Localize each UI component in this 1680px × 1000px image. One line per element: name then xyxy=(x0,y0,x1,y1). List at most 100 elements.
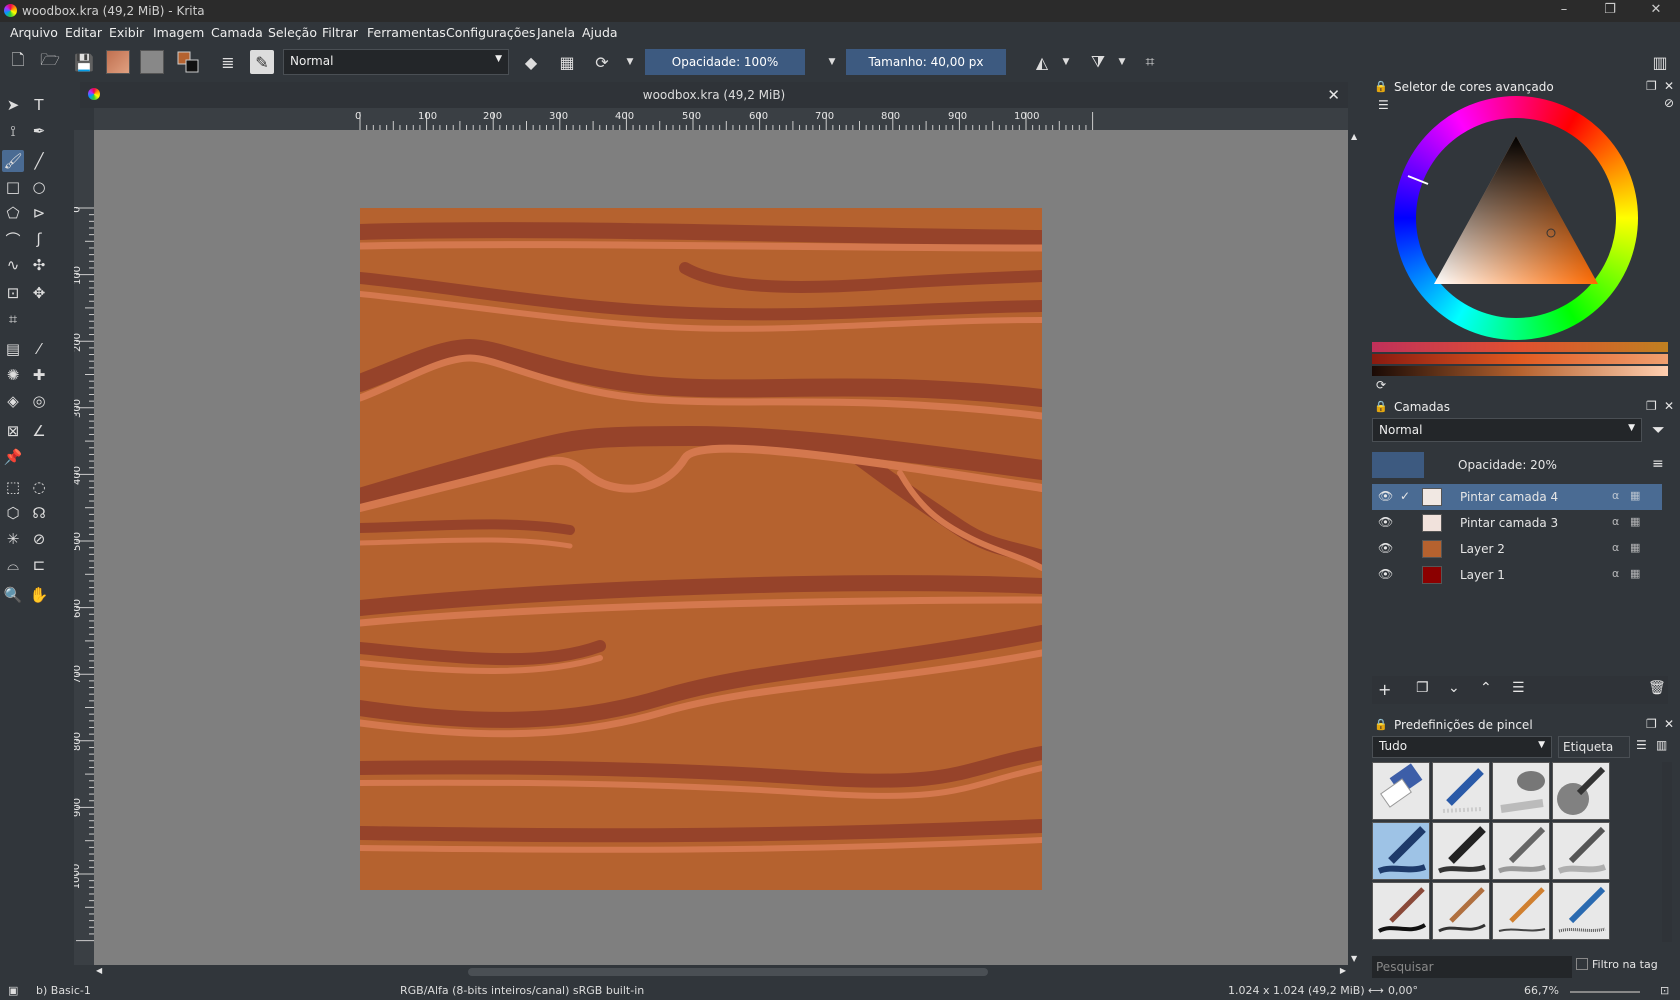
alpha-lock-icon[interactable]: α xyxy=(1612,489,1619,502)
open-folder-icon[interactable]: 🗁 xyxy=(38,50,62,74)
scroll-up-icon[interactable]: ▲ xyxy=(1351,132,1357,141)
edit-shapes-tool-icon[interactable]: ⟟ xyxy=(2,120,24,142)
bezier-selection-tool-icon[interactable]: ⌓ xyxy=(2,554,24,576)
scroll-right-icon[interactable]: ▶ xyxy=(1340,966,1346,975)
dynamic-brush-tool-icon[interactable]: ∿ xyxy=(2,254,24,276)
visibility-eye-icon[interactable]: 👁 xyxy=(1378,567,1393,581)
layer-blend-mode-select[interactable]: Normal ▼ xyxy=(1372,418,1642,442)
ellipse-tool-icon[interactable]: ○ xyxy=(28,176,50,198)
minimize-button[interactable]: – xyxy=(1541,2,1587,20)
brush-preset-ink-3[interactable] xyxy=(1492,882,1550,940)
value-slider[interactable] xyxy=(1372,366,1668,376)
brush-settings-icon[interactable]: ≣ xyxy=(216,50,240,74)
document-tab[interactable]: woodbox.kra (49,2 MiB) ✕ xyxy=(80,82,1348,108)
filter-icon[interactable]: ⏷ xyxy=(1652,420,1665,440)
menu-ajuda[interactable]: Ajuda xyxy=(582,25,618,40)
inherit-alpha-icon[interactable]: ▦ xyxy=(1630,541,1640,554)
move-tool-icon[interactable]: ✥ xyxy=(28,282,50,304)
float-docker-icon[interactable]: ❐ xyxy=(1646,79,1657,93)
lock-icon[interactable]: 🔒 xyxy=(1374,400,1388,413)
line-tool-icon[interactable]: ╱ xyxy=(28,150,50,172)
brush-preset-basic-2[interactable] xyxy=(1432,822,1490,880)
gradient-icon[interactable] xyxy=(140,50,164,74)
layer-opacity-bar[interactable] xyxy=(1372,452,1424,478)
layer-menu-icon[interactable]: ≡ xyxy=(1652,456,1664,472)
brush-search-input[interactable]: Pesquisar xyxy=(1372,956,1572,978)
visibility-eye-icon[interactable]: 👁 xyxy=(1378,541,1393,555)
workspace-icon[interactable]: ▥ xyxy=(1648,50,1672,74)
mirror-vertical-icon[interactable]: ⧩ xyxy=(1086,50,1110,74)
close-document-icon[interactable]: ✕ xyxy=(1327,86,1340,104)
layer-row[interactable]: 👁 Layer 1 α ▦ xyxy=(1372,562,1662,588)
zoom-tool-icon[interactable]: 🔍 xyxy=(2,584,24,606)
duplicate-layer-icon[interactable]: ❐ xyxy=(1416,680,1429,696)
brush-preset-ink-1[interactable] xyxy=(1372,882,1430,940)
menu-filtrar[interactable]: Filtrar xyxy=(322,25,358,40)
zoom-slider[interactable] xyxy=(1570,991,1640,993)
ellipse-selection-tool-icon[interactable]: ◌ xyxy=(28,476,50,498)
brush-preset-eraser[interactable] xyxy=(1372,762,1430,820)
close-docker-icon[interactable]: ✕ xyxy=(1664,717,1674,731)
menu-configuracoes[interactable]: Configurações xyxy=(446,25,536,40)
menu-camada[interactable]: Camada xyxy=(211,25,263,40)
scroll-left-icon[interactable]: ◀ xyxy=(96,966,102,975)
assistant-tool-icon[interactable]: ⊠ xyxy=(2,420,24,442)
color-settings-icon[interactable]: ☰ xyxy=(1378,98,1389,112)
layer-properties-icon[interactable]: ☰ xyxy=(1512,680,1525,696)
grid-view-icon[interactable]: ▥ xyxy=(1656,738,1667,752)
size-slider[interactable]: Tamanho: 40,00 px xyxy=(846,49,1006,75)
mirror-horizontal-icon[interactable]: ◭ xyxy=(1030,50,1054,74)
float-docker-icon[interactable]: ❐ xyxy=(1646,717,1657,731)
hue-slider[interactable] xyxy=(1372,342,1668,352)
alpha-lock-icon[interactable]: α xyxy=(1612,567,1619,580)
rotation-icon[interactable]: ⟷ xyxy=(1368,984,1384,997)
reference-images-tool-icon[interactable]: 📌 xyxy=(2,446,24,468)
similar-selection-tool-icon[interactable]: ⊘ xyxy=(28,528,50,550)
menu-arquivo[interactable]: Arquivo xyxy=(10,25,58,40)
rect-selection-tool-icon[interactable]: ⬚ xyxy=(2,476,24,498)
maximize-button[interactable]: ❐ xyxy=(1587,2,1633,20)
calligraphy-tool-icon[interactable]: ✒ xyxy=(28,120,50,142)
tag-button[interactable]: Etiqueta xyxy=(1558,736,1630,758)
pan-tool-icon[interactable]: ✋ xyxy=(28,584,50,606)
add-layer-icon[interactable]: + xyxy=(1378,680,1391,699)
freehand-brush-tool-icon[interactable]: 🖌 xyxy=(2,150,24,172)
brush-list-scrollbar[interactable] xyxy=(1662,762,1672,942)
measure-tool-icon[interactable]: ∠ xyxy=(28,420,50,442)
close-docker-icon[interactable]: ✕ xyxy=(1664,399,1674,413)
blend-mode-select[interactable]: Normal ▼ xyxy=(283,49,509,75)
contiguous-selection-tool-icon[interactable]: ✳ xyxy=(2,528,24,550)
brush-preset-basic-4[interactable] xyxy=(1552,822,1610,880)
alpha-lock-icon[interactable]: α xyxy=(1612,515,1619,528)
menu-ferramentas[interactable]: Ferramentas xyxy=(367,25,446,40)
brush-preset-pen-blue[interactable] xyxy=(1432,762,1490,820)
scroll-down-icon[interactable]: ▼ xyxy=(1351,954,1357,963)
tag-filter-checkbox[interactable] xyxy=(1576,958,1588,970)
brush-preset-basic-1[interactable] xyxy=(1372,822,1430,880)
move-up-icon[interactable]: ⌃ xyxy=(1480,680,1492,696)
chevron-down-icon[interactable]: ▼ xyxy=(1054,50,1078,74)
delete-layer-icon[interactable]: 🗑 xyxy=(1648,680,1666,696)
alpha-lock-icon[interactable]: α xyxy=(1612,541,1619,554)
brush-preset-pencil[interactable] xyxy=(1552,882,1610,940)
eraser-icon[interactable]: ◆ xyxy=(519,50,543,74)
brush-preset-ink-2[interactable] xyxy=(1432,882,1490,940)
layer-row[interactable]: 👁 Pintar camada 3 α ▦ xyxy=(1372,510,1662,536)
menu-exibir[interactable]: Exibir xyxy=(109,25,144,40)
polygon-tool-icon[interactable]: ⬠ xyxy=(2,202,24,224)
list-view-icon[interactable]: ☰ xyxy=(1636,738,1647,752)
brush-filter-select[interactable]: Tudo ▼ xyxy=(1372,736,1552,758)
zoom-value[interactable]: 66,7% xyxy=(1524,984,1559,997)
brush-preset-blender[interactable] xyxy=(1492,762,1550,820)
pattern-icon[interactable] xyxy=(106,50,130,74)
vertical-scrollbar[interactable]: ▲ ▼ xyxy=(1348,130,1362,965)
gradient-tool-icon[interactable]: ▤ xyxy=(2,338,24,360)
rectangle-tool-icon[interactable]: □ xyxy=(2,176,24,198)
freehand-selection-tool-icon[interactable]: ☊ xyxy=(28,502,50,524)
color-picker-tool-icon[interactable]: ⁄ xyxy=(28,338,50,360)
menu-editar[interactable]: Editar xyxy=(65,25,102,40)
menu-janela[interactable]: Janela xyxy=(537,25,575,40)
horizontal-scrollbar[interactable]: ◀ ▶ xyxy=(94,965,1348,979)
brush-preset-basic-3[interactable] xyxy=(1492,822,1550,880)
fill-tool-icon[interactable]: ◈ xyxy=(2,390,24,412)
